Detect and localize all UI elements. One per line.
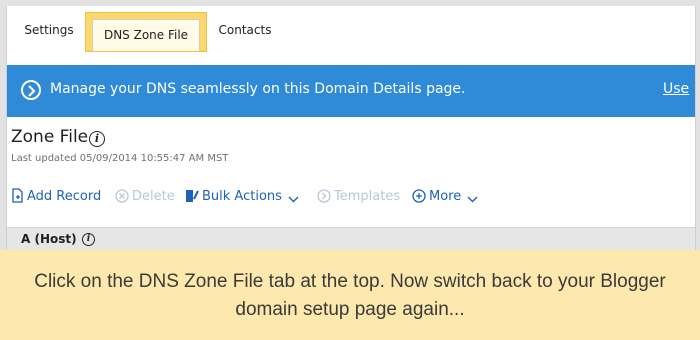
add-record-label: Add Record	[27, 189, 102, 204]
tab-bar: Settings DNS Zone File Contacts	[7, 6, 695, 52]
info-banner: Manage your DNS seamlessly on this Domai…	[7, 65, 695, 117]
last-updated-text: Last updated 05/09/2014 10:55:47 AM MST	[11, 153, 229, 164]
bulk-actions-button[interactable]: Bulk Actions	[185, 188, 302, 206]
banner-text: Manage your DNS seamlessly on this Domai…	[50, 81, 466, 97]
bulk-edit-icon	[186, 190, 199, 202]
chevron-down-icon	[288, 196, 299, 203]
tab-dns-zone-file[interactable]: DNS Zone File	[92, 19, 200, 51]
chevron-down-icon	[467, 196, 478, 203]
section-label: A (Host)	[21, 232, 77, 246]
caption-text: Click on the DNS Zone File tab at the to…	[34, 271, 666, 320]
info-icon[interactable]: i	[89, 131, 105, 147]
page-title: Zone File	[11, 127, 89, 147]
add-record-button[interactable]: Add Record	[11, 188, 101, 206]
banner-link[interactable]: Use	[663, 81, 689, 97]
templates-button[interactable]: Templates	[317, 188, 400, 206]
instruction-caption: Click on the DNS Zone File tab at the to…	[0, 250, 700, 340]
more-button[interactable]: More	[412, 188, 481, 206]
add-document-icon	[12, 188, 23, 203]
a-host-section-header[interactable]: A (Host) i	[7, 227, 695, 250]
arrow-circle-icon	[21, 80, 41, 100]
tab-contacts[interactable]: Contacts	[213, 16, 277, 44]
plus-circle-icon	[412, 189, 426, 203]
screenshot-frame: Settings DNS Zone File Contacts Manage y…	[0, 0, 700, 250]
delete-label: Delete	[132, 189, 175, 204]
zone-toolbar: Add Record Delete Bulk Actions Templates…	[7, 188, 695, 210]
bulk-actions-label: Bulk Actions	[202, 189, 282, 204]
delete-circle-icon	[115, 189, 129, 203]
info-icon[interactable]: i	[82, 233, 95, 246]
templates-label: Templates	[334, 189, 401, 204]
more-label: More	[429, 189, 462, 204]
delete-button[interactable]: Delete	[115, 188, 175, 206]
tab-dns-zone-file-highlight[interactable]: DNS Zone File	[85, 12, 207, 52]
templates-circle-icon	[317, 189, 331, 203]
tab-settings[interactable]: Settings	[21, 16, 77, 44]
domain-details-panel: Settings DNS Zone File Contacts Manage y…	[6, 6, 696, 250]
